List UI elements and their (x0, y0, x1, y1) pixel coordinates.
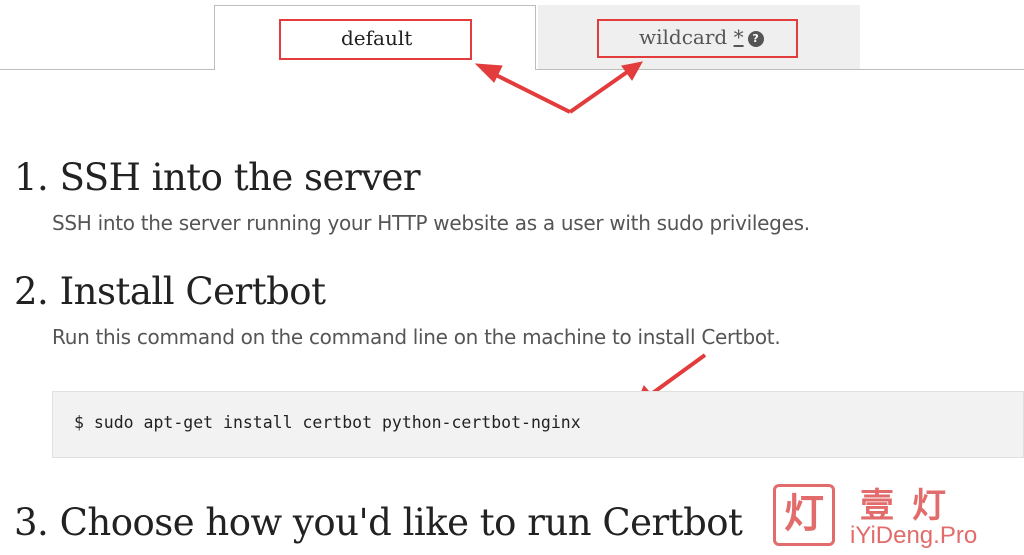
arrow-to-default (489, 70, 571, 114)
arrow-head-wildcard (621, 61, 643, 81)
watermark-chinese-text: 壹灯 (860, 486, 964, 526)
install-command[interactable]: $ sudo apt-get install certbot python-ce… (74, 413, 581, 432)
step-3-title: 3. Choose how you'd like to run Certbot (14, 501, 743, 544)
arrow-head-default (474, 63, 503, 83)
watermark-site: iYiDeng.Pro (850, 522, 978, 549)
arrow-to-command (648, 353, 707, 397)
watermark-logo: 灯 (773, 484, 835, 546)
step-1-description: SSH into the server running your HTTP we… (52, 211, 810, 235)
arrow-to-wildcard (568, 68, 632, 114)
step-2-title: 2. Install Certbot (14, 270, 326, 313)
step-2-description: Run this command on the command line on … (52, 325, 781, 349)
step-1-title: 1. SSH into the server (14, 156, 421, 199)
